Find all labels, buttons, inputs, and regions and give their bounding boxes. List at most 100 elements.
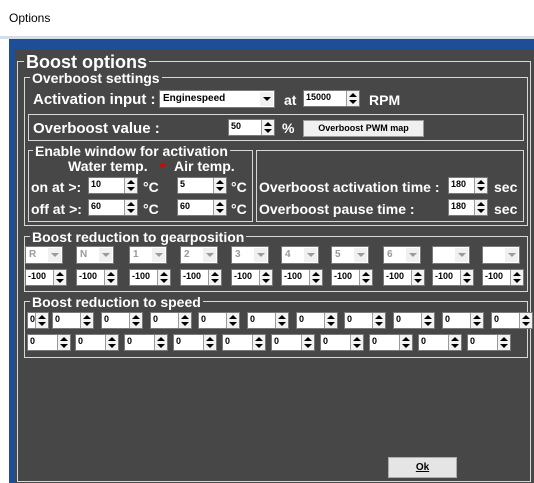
gear-select-2[interactable]: 1 (129, 246, 167, 264)
spin-arrows-icon[interactable] (203, 335, 216, 350)
chevron-down-icon[interactable] (99, 248, 112, 262)
chevron-down-icon[interactable] (152, 248, 165, 262)
gear-select-9[interactable] (482, 246, 520, 264)
speed-reduction-value-r2-9[interactable]: 0 (467, 334, 511, 351)
speed-reduction-value-r1-8[interactable]: 0 (393, 312, 435, 329)
activation-input-select[interactable]: Enginespeed (159, 90, 275, 108)
gear-reduction-value-4[interactable]: -100 (231, 269, 273, 286)
spin-arrows-icon[interactable] (35, 313, 48, 328)
overboost-value-spinner[interactable]: 50 (228, 119, 275, 136)
gear-select-3[interactable]: 2 (180, 246, 218, 264)
spin-arrows-icon[interactable] (411, 270, 424, 285)
spin-arrows-icon[interactable] (261, 120, 274, 135)
spin-arrows-icon[interactable] (213, 178, 226, 193)
gear-select-6[interactable]: 5 (331, 246, 369, 264)
spin-arrows-icon[interactable] (350, 335, 363, 350)
spin-arrows-icon[interactable] (252, 335, 265, 350)
spin-arrows-icon[interactable] (474, 200, 487, 215)
speed-reduction-value-r2-8[interactable]: 0 (418, 334, 462, 351)
speed-reduction-value-r1-6[interactable]: 0 (296, 312, 338, 329)
speed-reduction-value-r1-7[interactable]: 0 (344, 312, 386, 329)
gear-select-5[interactable]: 4 (281, 246, 319, 264)
gear-reduction-value-6[interactable]: -100 (331, 269, 373, 286)
spin-arrows-icon[interactable] (448, 335, 461, 350)
spin-arrows-icon[interactable] (399, 335, 412, 350)
speed-reduction-value-r2-3[interactable]: 0 (173, 334, 217, 351)
chevron-down-icon[interactable] (254, 248, 267, 262)
spin-arrows-icon[interactable] (324, 313, 337, 328)
spin-arrows-icon[interactable] (519, 313, 532, 328)
spin-arrows-icon[interactable] (259, 270, 272, 285)
activation-time-spinner[interactable]: 180 (448, 177, 488, 194)
overboost-pwm-map-button[interactable]: Overboost PWM map (303, 120, 424, 137)
spin-arrows-icon[interactable] (309, 270, 322, 285)
speed-reduction-value-r1-9[interactable]: 0 (442, 312, 484, 329)
on-air-temp-spinner[interactable]: 5 (177, 177, 227, 194)
spin-arrows-icon[interactable] (470, 313, 483, 328)
spin-arrows-icon[interactable] (208, 270, 221, 285)
spin-arrows-icon[interactable] (124, 200, 137, 215)
speed-reduction-value-r1-10[interactable]: 0 (491, 312, 533, 329)
gear-select-7[interactable]: 6 (383, 246, 421, 264)
gear-reduction-value-9[interactable]: -100 (482, 269, 524, 286)
rpm-spinner[interactable]: 15000 (303, 90, 360, 107)
speed-reduction-value-r1-4[interactable]: 0 (198, 312, 240, 329)
chevron-down-icon[interactable] (354, 248, 367, 262)
spin-arrows-icon[interactable] (178, 313, 191, 328)
speed-reduction-value-r2-6[interactable]: 0 (320, 334, 364, 351)
spin-arrows-icon[interactable] (460, 270, 473, 285)
speed-reduction-value-r2-0[interactable]: 0 (27, 334, 71, 351)
ok-button[interactable]: Ok (388, 457, 457, 478)
chevron-down-icon[interactable] (505, 248, 518, 262)
gear-select-0[interactable]: R (25, 246, 63, 264)
spin-arrows-icon[interactable] (359, 270, 372, 285)
spin-arrows-icon[interactable] (154, 335, 167, 350)
gear-reduction-value-0[interactable]: -100 (25, 269, 67, 286)
spin-arrows-icon[interactable] (372, 313, 385, 328)
speed-reduction-value-r1-3[interactable]: 0 (150, 312, 192, 329)
spin-arrows-icon[interactable] (129, 313, 142, 328)
spin-arrows-icon[interactable] (226, 313, 239, 328)
chevron-down-icon[interactable] (260, 92, 273, 106)
chevron-down-icon[interactable] (48, 248, 61, 262)
spin-arrows-icon[interactable] (474, 178, 487, 193)
spin-arrows-icon[interactable] (104, 270, 117, 285)
speed-reduction-value-r1-0[interactable]: 0 (27, 312, 49, 329)
spin-arrows-icon[interactable] (213, 200, 226, 215)
gear-reduction-value-7[interactable]: -100 (383, 269, 425, 286)
speed-reduction-value-r2-2[interactable]: 0 (124, 334, 168, 351)
chevron-down-icon[interactable] (455, 248, 468, 262)
speed-reduction-value-r2-5[interactable]: 0 (271, 334, 315, 351)
gear-reduction-value-5[interactable]: -100 (281, 269, 323, 286)
speed-reduction-value-r2-4[interactable]: 0 (222, 334, 266, 351)
spin-arrows-icon[interactable] (80, 313, 93, 328)
spin-arrows-icon[interactable] (53, 270, 66, 285)
speed-reduction-value-r1-5[interactable]: 0 (247, 312, 289, 329)
spin-arrows-icon[interactable] (497, 335, 510, 350)
spin-arrows-icon[interactable] (510, 270, 523, 285)
speed-reduction-value-r1-1[interactable]: 0 (52, 312, 94, 329)
on-water-temp-spinner[interactable]: 10 (88, 177, 138, 194)
spin-arrows-icon[interactable] (105, 335, 118, 350)
gear-reduction-value-1[interactable]: -100 (76, 269, 118, 286)
speed-reduction-value-r2-7[interactable]: 0 (369, 334, 413, 351)
gear-reduction-value-2[interactable]: -100 (129, 269, 171, 286)
spin-arrows-icon[interactable] (275, 313, 288, 328)
spin-arrows-icon[interactable] (301, 335, 314, 350)
spin-arrows-icon[interactable] (346, 91, 359, 106)
chevron-down-icon[interactable] (406, 248, 419, 262)
chevron-down-icon[interactable] (304, 248, 317, 262)
pause-time-spinner[interactable]: 180 (448, 199, 488, 216)
spin-arrows-icon[interactable] (124, 178, 137, 193)
off-water-temp-spinner[interactable]: 60 (88, 199, 138, 216)
gear-select-4[interactable]: 3 (231, 246, 269, 264)
spin-arrows-icon[interactable] (421, 313, 434, 328)
gear-select-8[interactable] (432, 246, 470, 264)
spin-arrows-icon[interactable] (57, 335, 70, 350)
gear-reduction-value-8[interactable]: -100 (432, 269, 474, 286)
spin-arrows-icon[interactable] (157, 270, 170, 285)
gear-select-1[interactable]: N (76, 246, 114, 264)
chevron-down-icon[interactable] (203, 248, 216, 262)
gear-reduction-value-3[interactable]: -100 (180, 269, 222, 286)
speed-reduction-value-r1-2[interactable]: 0 (101, 312, 143, 329)
